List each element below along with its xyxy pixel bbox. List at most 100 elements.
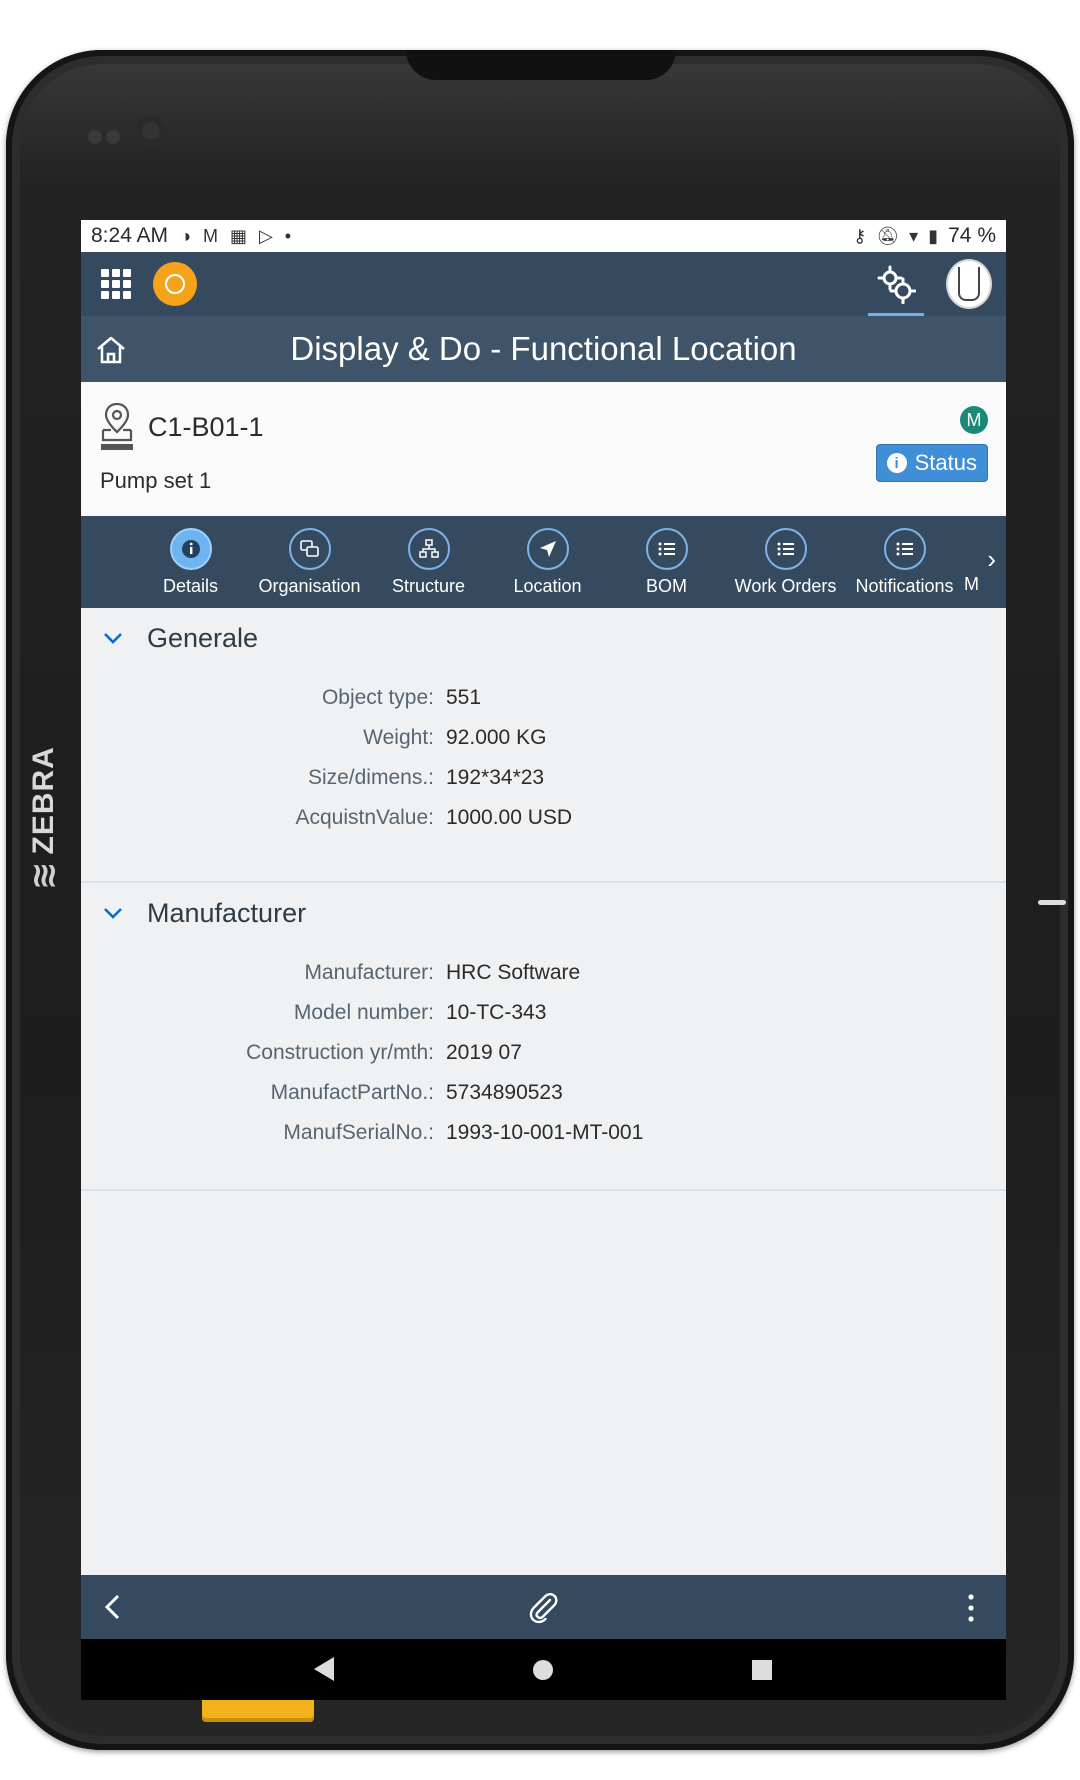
field-label: Model number: — [293, 1001, 434, 1024]
object-badge: M — [960, 406, 988, 434]
tablet-device: ≋ ZEBRA 8:24 AM ◑ M ▦ ▷ • ⚷ 🔕︎ ▾ ▮ 74 % — [6, 50, 1074, 1750]
field-row: Object type: 551 — [81, 678, 1006, 718]
nav-recents-icon[interactable] — [752, 1660, 772, 1680]
tab-work-orders[interactable]: Work Orders — [726, 516, 845, 597]
list-icon — [658, 542, 675, 556]
info-icon — [181, 540, 200, 558]
field-label: Size/dimens.: — [307, 766, 434, 789]
tab-label: Location — [513, 576, 582, 596]
nav-back-icon[interactable] — [314, 1657, 334, 1681]
tab-label: Work Orders — [734, 576, 837, 596]
object-description: Pump set 1 — [100, 468, 212, 493]
field-value: 92.000 KG — [446, 726, 547, 749]
tab-bar: Details Organisation Structure Location … — [81, 516, 1006, 608]
android-nav-bar — [81, 1639, 1006, 1700]
info-icon: i — [886, 453, 907, 473]
list-icon — [896, 542, 913, 556]
field-row: ManufSerialNo.: 1993-10-001-MT-001 — [81, 1113, 1006, 1153]
section-manufacturer: Manufacturer Manufacturer: HRC Software … — [81, 883, 1006, 1191]
field-value: 1000.00 USD — [446, 806, 573, 829]
field-label: Manufacturer: — [304, 961, 434, 984]
device-notch — [406, 50, 676, 80]
calendar-icon: ▦ — [229, 225, 247, 246]
functional-location-icon — [101, 402, 133, 450]
settings-button[interactable] — [868, 256, 924, 316]
tab-details[interactable]: Details — [131, 516, 250, 597]
list-icon — [777, 542, 794, 556]
device-brand: ≋ ZEBRA — [24, 746, 64, 891]
footer-toolbar — [81, 1575, 1006, 1639]
tab-location[interactable]: Location — [488, 516, 607, 597]
section-title: Manufacturer — [147, 897, 307, 928]
field-row: Model number: 10-TC-343 — [81, 993, 1006, 1033]
status-button[interactable]: i Status — [875, 444, 988, 482]
zebra-logo-icon: ≋ — [25, 860, 63, 891]
gmail-icon: M — [202, 225, 218, 246]
field-row: Construction yr/mth: 2019 07 — [81, 1033, 1006, 1073]
field-value: 5734890523 — [446, 1081, 563, 1104]
field-label: Object type: — [321, 686, 434, 709]
tab-label: Details — [162, 576, 219, 596]
tab-structure[interactable]: Structure — [369, 516, 488, 597]
status-time: 8:24 AM — [91, 224, 169, 247]
field-label: ManufactPartNo.: — [270, 1081, 434, 1104]
status-bar: 8:24 AM ◑ M ▦ ▷ • ⚷ 🔕︎ ▾ ▮ 74 % — [81, 220, 1006, 252]
organisation-icon — [299, 540, 319, 557]
field-value: 2019 07 — [446, 1041, 522, 1064]
field-label: ManufSerialNo.: — [283, 1121, 434, 1144]
play-store-icon: ▷ — [258, 225, 273, 246]
brand-text: ZEBRA — [27, 746, 60, 855]
chevron-right-icon[interactable]: › — [987, 544, 996, 575]
hierarchy-icon — [418, 539, 439, 558]
field-label: AcquistnValue: — [295, 806, 434, 829]
sensor-dot — [106, 130, 120, 144]
dot-icon: • — [284, 225, 292, 246]
page-title: Display & Do - Functional Location — [290, 330, 797, 367]
tab-label: BOM — [645, 576, 687, 596]
nav-home-icon[interactable] — [533, 1660, 553, 1680]
field-label: Weight: — [363, 726, 434, 749]
section-header[interactable]: Manufacturer — [81, 883, 1006, 943]
field-value: 1993-10-001-MT-001 — [446, 1121, 644, 1144]
user-avatar[interactable] — [946, 259, 992, 309]
field-value: 192*34*23 — [446, 766, 545, 789]
field-label: Construction yr/mth: — [246, 1041, 434, 1064]
mute-icon: 🔕︎ — [876, 225, 900, 246]
field-row: Weight: 92.000 KG — [81, 718, 1006, 758]
field-row: Manufacturer: HRC Software — [81, 953, 1006, 993]
field-value: 10-TC-343 — [446, 1001, 547, 1024]
app-grid-icon[interactable] — [101, 269, 131, 299]
chevron-down-icon — [104, 633, 122, 644]
app-logo-icon[interactable] — [153, 262, 197, 306]
object-header: C1-B01-1 Pump set 1 M i Status — [81, 382, 1006, 516]
shell-bar — [81, 252, 1006, 316]
gears-icon — [877, 265, 916, 304]
section-header[interactable]: Generale — [81, 608, 1006, 668]
battery-icon: ▮ — [928, 225, 939, 246]
front-camera — [136, 116, 166, 146]
chevron-down-icon — [104, 908, 122, 919]
section-general: Generale Object type: 551 Weight: 92.000… — [81, 608, 1006, 883]
side-button — [1038, 900, 1066, 905]
battery-level: 74 % — [948, 224, 996, 247]
sensor-dot — [88, 130, 102, 144]
wifi-icon: ▾ — [909, 225, 919, 246]
object-id: C1-B01-1 — [148, 412, 264, 442]
navigation-arrow-icon — [539, 541, 556, 557]
more-vertical-icon[interactable] — [965, 1591, 977, 1625]
paperclip-icon[interactable] — [527, 1591, 561, 1625]
tab-notifications[interactable]: Notifications — [845, 516, 964, 597]
home-icon[interactable] — [95, 334, 127, 366]
field-row: Size/dimens.: 192*34*23 — [81, 758, 1006, 798]
key-icon: ⚷ — [853, 225, 867, 246]
screen: 8:24 AM ◑ M ▦ ▷ • ⚷ 🔕︎ ▾ ▮ 74 % Display … — [81, 220, 1006, 1700]
field-row: AcquistnValue: 1000.00 USD — [81, 798, 1006, 838]
field-value: HRC Software — [446, 961, 581, 984]
field-row: ManufactPartNo.: 5734890523 — [81, 1073, 1006, 1113]
tab-bom[interactable]: BOM — [607, 516, 726, 597]
section-title: Generale — [147, 622, 259, 653]
tab-organisation[interactable]: Organisation — [250, 516, 369, 597]
chevron-left-icon[interactable] — [99, 1593, 127, 1621]
tab-label: Structure — [391, 576, 466, 596]
tab-overflow-label[interactable]: M — [964, 574, 979, 595]
